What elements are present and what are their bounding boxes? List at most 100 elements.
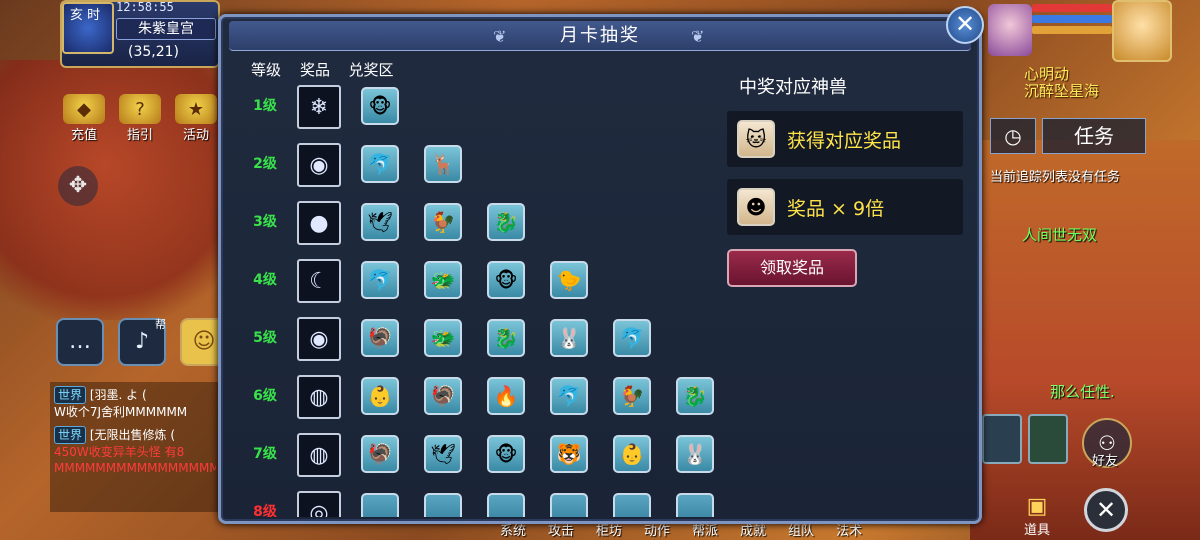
pearl-stand-icon[interactable]: ◍ — [297, 375, 341, 419]
legend-row: ☻ 奖品 × 9倍 — [727, 179, 963, 235]
timer-icon[interactable]: ◷ — [990, 118, 1036, 154]
rooster-icon[interactable]: 🐓 — [613, 377, 651, 415]
reward-row: 2级 ◉ 🐬 🦌 — [235, 141, 715, 191]
rabbit-icon[interactable]: 🐰 — [550, 319, 588, 357]
dialog-title: 月卡抽奖 — [560, 25, 640, 46]
expand-arrows-icon[interactable]: ✥ — [58, 166, 98, 206]
legend-text: 获得对应奖品 — [787, 129, 902, 152]
chat-buttons: … ♪ ☺ — [56, 318, 228, 366]
guide-icon: ? — [119, 94, 161, 124]
menu-item-event[interactable]: ★ 活动 — [172, 94, 220, 143]
red-dragon-icon[interactable]: 🐲 — [424, 261, 462, 299]
blue-dragon-icon[interactable]: 🐉 — [676, 377, 714, 415]
crystal-icon[interactable]: ❄ — [297, 85, 341, 129]
turkey-icon[interactable]: 🦃 — [361, 319, 399, 357]
monkey-icon[interactable]: 🐵 — [487, 261, 525, 299]
level-label: 6级 — [253, 388, 277, 404]
empty-slot[interactable] — [550, 493, 588, 517]
treasure-icon: ◆ — [63, 94, 105, 124]
rooster-icon[interactable]: 🐓 — [424, 203, 462, 241]
phoenix-icon[interactable]: 🕊 — [424, 435, 462, 473]
legend-row: 🐱 获得对应奖品 — [727, 111, 963, 167]
shortcut-slot[interactable] — [982, 414, 1022, 464]
empty-slot[interactable] — [424, 493, 462, 517]
reward-row: 7级◍🦃🕊🐵🐯👶🐰🐬 — [235, 431, 715, 481]
tab-quest[interactable]: 任务 — [1042, 118, 1146, 154]
dolphin-icon[interactable]: 🐬 — [613, 319, 651, 357]
pearl-stand-icon[interactable]: ◍ — [297, 433, 341, 477]
claim-reward-button[interactable]: 领取奖品 — [727, 249, 857, 287]
gang-tag: 帮 — [155, 318, 166, 331]
gray-orb-icon[interactable]: ◉ — [297, 143, 341, 187]
empty-slot[interactable] — [676, 493, 714, 517]
ornament-icon: ❦ — [691, 27, 705, 46]
turkey-icon[interactable]: 🦃 — [424, 377, 462, 415]
monkey-icon[interactable]: 🐵 — [487, 435, 525, 473]
shortcut-slot[interactable] — [1028, 414, 1068, 464]
empty-slot[interactable] — [613, 493, 651, 517]
channel-tag: 世界 — [54, 426, 87, 444]
level-label: 5级 — [253, 330, 277, 346]
reward-row: 4级 ☾ 🐬 🐲 🐵 🐤 — [235, 257, 715, 307]
moon-icon[interactable]: ☾ — [297, 259, 341, 303]
crystal-ball-icon[interactable]: ● — [297, 201, 341, 245]
dolphin-icon[interactable]: 🐬 — [550, 377, 588, 415]
baby-icon[interactable]: 👶 — [613, 435, 651, 473]
close-menu-button[interactable]: ✕ — [1084, 488, 1128, 532]
scene-right-decor — [970, 140, 1200, 540]
status-bars — [1032, 4, 1112, 37]
baby-icon[interactable]: 👶 — [361, 377, 399, 415]
ring-icon[interactable]: ◎ — [297, 491, 341, 517]
level-label: 8级 — [253, 504, 277, 517]
deer-icon[interactable]: 🦌 — [424, 145, 462, 183]
reward-row: 1级 ❄ 🐵 — [235, 83, 715, 133]
level-label: 7级 — [253, 446, 277, 462]
rabbit-icon[interactable]: 🐰 — [676, 435, 714, 473]
rainbow-bird-icon[interactable]: 🐤 — [550, 261, 588, 299]
reward-row: 8级 ◎ — [235, 489, 715, 517]
legend-title: 中奖对应神兽 — [739, 77, 847, 98]
quest-tabs: ◷ 任务 — [990, 118, 1146, 154]
red-dragon-icon[interactable]: 🐲 — [424, 319, 462, 357]
npc-name: 人间世无双 — [1022, 226, 1098, 244]
exp-bar — [1032, 26, 1112, 34]
coordinates: (35,21) — [128, 44, 180, 60]
baby-face-icon: ☻ — [737, 188, 775, 226]
tiger-icon[interactable]: 🐯 — [550, 435, 588, 473]
level-label: 1级 — [253, 98, 277, 114]
phoenix-icon[interactable]: 🕊 — [361, 203, 399, 241]
fire-dragon-icon[interactable]: 🔥 — [487, 377, 525, 415]
friends-label: 好友 — [1092, 454, 1119, 469]
level-label: 4级 — [253, 272, 277, 288]
empty-slot[interactable] — [487, 493, 525, 517]
event-icon: ★ — [175, 94, 217, 124]
blue-dragon-icon[interactable]: 🐉 — [487, 319, 525, 357]
empty-slot[interactable] — [361, 493, 399, 517]
pet-portrait[interactable] — [988, 4, 1032, 56]
monkey-icon[interactable]: 🐵 — [361, 87, 399, 125]
location-name[interactable]: 朱紫皇宫 — [116, 18, 216, 40]
player-portrait[interactable] — [1112, 0, 1172, 62]
menu-item-guide[interactable]: ? 指引 — [116, 94, 164, 143]
chat-message-cont: MMMMMMMMMMMMMMMMMMMM — [54, 461, 216, 475]
legend-text: 奖品 × 9倍 — [787, 197, 885, 220]
dolphin-icon[interactable]: 🐬 — [361, 261, 399, 299]
dolphin-icon[interactable]: 🐬 — [361, 145, 399, 183]
game-time: 亥 时 — [70, 8, 101, 23]
header-level: 等级 — [250, 61, 281, 79]
menu-item-recharge[interactable]: ◆ 充值 — [60, 94, 108, 143]
reward-row: 5级 ◉ 🦃 🐲 🐉 🐰 🐬 — [235, 315, 715, 365]
blue-dragon-icon[interactable]: 🐉 — [487, 203, 525, 241]
close-icon[interactable]: ✕ — [946, 6, 984, 44]
header-prize: 奖品 — [299, 61, 330, 79]
chat-message-cont: W收个7J舍利MMMMMM — [54, 405, 188, 419]
chat-log[interactable]: 世界 [羽墨. よ ( W收个7J舍利MMMMMM 世界 [无限出售修炼 ( 4… — [50, 382, 220, 512]
gray-orb-icon[interactable]: ◉ — [297, 317, 341, 361]
chat-bubble-icon[interactable]: … — [56, 318, 104, 366]
turkey-icon[interactable]: 🦃 — [361, 435, 399, 473]
mp-bar — [1032, 15, 1112, 23]
reward-row: 3级 ● 🕊 🐓 🐉 — [235, 199, 715, 249]
header-redeem: 兑奖区 — [348, 61, 394, 79]
title-bar: ❦ 月卡抽奖 ❦ — [229, 21, 971, 51]
reward-grid[interactable]: 1级 ❄ 🐵 2级 ◉ 🐬 🦌 3级 ● 🕊 🐓 🐉 4级 ☾ 🐬 🐲 🐵 🐤 5级 ◉ 🦃 🐲 🐉 🐰 🐬 6级 ◍ 👶 🦃 🔥 🐬 🐓 🐉 7… — [235, 83, 715, 517]
